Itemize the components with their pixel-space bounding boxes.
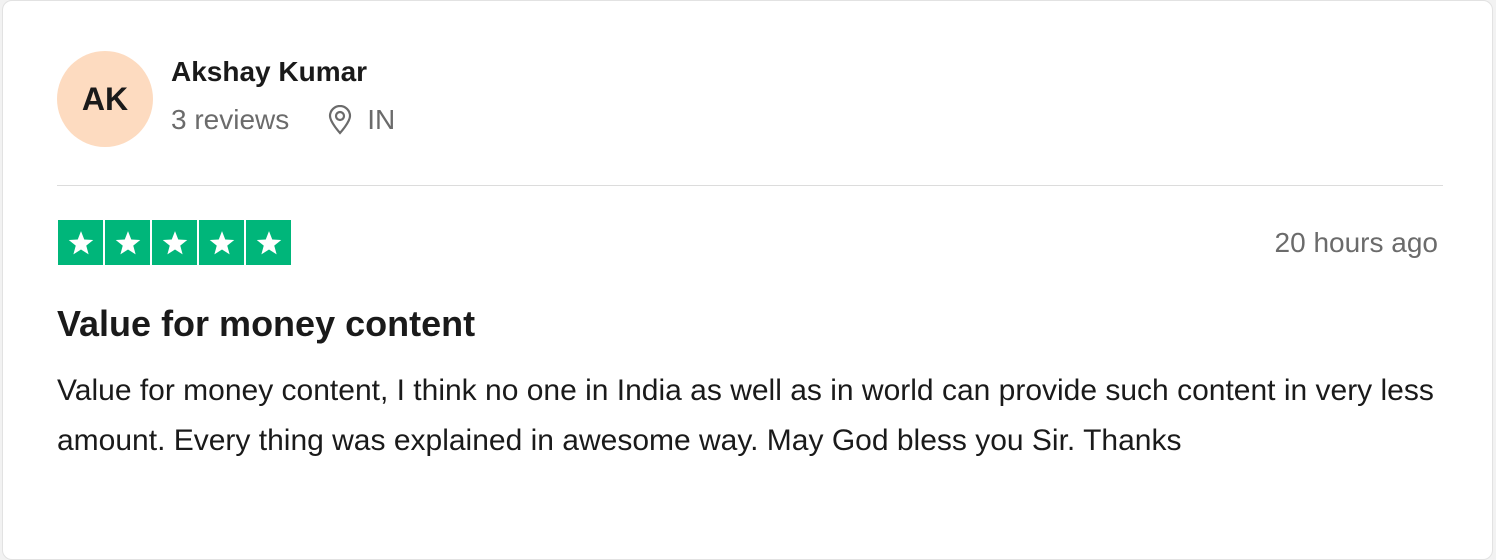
- star-box: [152, 220, 197, 265]
- divider: [57, 185, 1443, 186]
- star-box: [105, 220, 150, 265]
- reviews-count: 3 reviews: [171, 104, 290, 135]
- review-card: AK Akshay Kumar 3 reviews IN 20 hours ag…: [2, 0, 1493, 560]
- star-icon: [162, 230, 187, 254]
- consumer-details: Akshay Kumar 3 reviews IN: [171, 58, 395, 136]
- review-date: 20 hours ago: [1274, 227, 1438, 258]
- star-icon: [256, 230, 281, 254]
- star-rating: [58, 220, 291, 265]
- star-icon: [68, 230, 93, 254]
- star-box: [246, 220, 291, 265]
- review-title[interactable]: Value for money content: [57, 303, 475, 345]
- avatar[interactable]: AK: [57, 51, 153, 147]
- consumer-country: IN: [367, 104, 396, 135]
- consumer-info[interactable]: AK Akshay Kumar 3 reviews IN: [57, 51, 395, 147]
- review-text: Value for money content, I think no one …: [57, 374, 1434, 457]
- star-icon: [115, 230, 140, 254]
- star-icon: [209, 230, 234, 254]
- star-box: [58, 220, 103, 265]
- star-box: [199, 220, 244, 265]
- consumer-meta: 3 reviews IN: [171, 104, 395, 136]
- map-pin-icon: [327, 105, 353, 135]
- consumer-name[interactable]: Akshay Kumar: [171, 58, 395, 86]
